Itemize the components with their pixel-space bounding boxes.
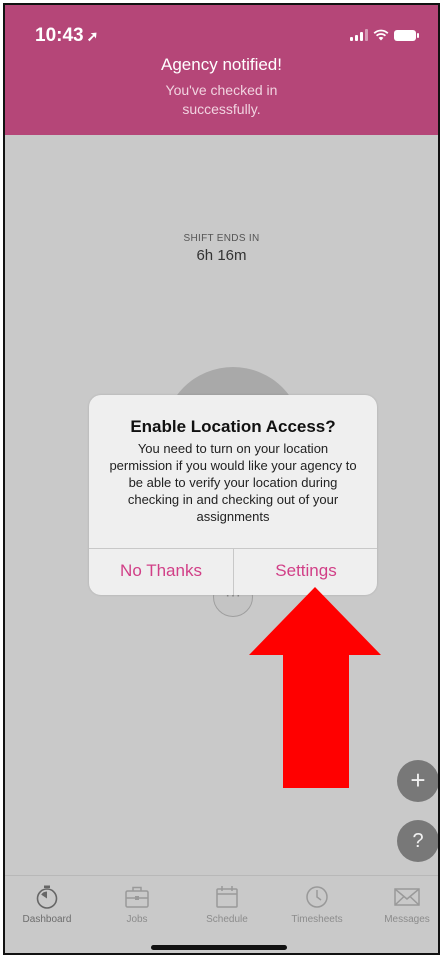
- location-arrow-icon: ➚: [86, 28, 99, 44]
- phone-screen: 10:43 ➚ Agency notified! You've checked i…: [3, 3, 440, 955]
- tab-label: Jobs: [126, 914, 148, 925]
- add-button[interactable]: +: [397, 760, 438, 802]
- tab-label: Timesheets: [291, 914, 343, 925]
- shift-ends-value: 6h 16m: [196, 247, 247, 264]
- tab-bar: Dashboard Jobs Schedule Timesheets Messa…: [5, 875, 438, 953]
- shift-ends-label: SHIFT ENDS IN: [183, 233, 260, 244]
- home-indicator[interactable]: [151, 945, 287, 950]
- tab-label: Schedule: [206, 914, 248, 925]
- red-arrow-icon: [249, 587, 381, 788]
- tab-schedule[interactable]: Schedule: [183, 884, 271, 925]
- status-time: 10:43 ➚: [35, 25, 99, 46]
- tab-label: Messages: [384, 914, 430, 925]
- wifi-icon: [373, 29, 389, 41]
- no-thanks-button[interactable]: No Thanks: [89, 549, 233, 595]
- banner-title: Agency notified!: [161, 55, 282, 74]
- tab-label: Dashboard: [22, 914, 72, 925]
- dialog-title: Enable Location Access?: [130, 417, 336, 436]
- status-icons: [350, 29, 419, 41]
- calendar-icon: [216, 886, 238, 908]
- envelope-icon: [394, 888, 420, 906]
- tab-messages[interactable]: Messages: [363, 884, 438, 925]
- notification-banner[interactable]: 10:43 ➚ Agency notified! You've checked i…: [5, 5, 438, 135]
- signal-icon: [350, 29, 368, 41]
- help-button[interactable]: ?: [397, 820, 438, 862]
- dialog-message: You need to turn on your location permis…: [109, 441, 357, 524]
- stopwatch-icon: [36, 885, 58, 909]
- banner-subtitle: You've checked in successfully.: [165, 82, 278, 117]
- tab-dashboard[interactable]: Dashboard: [5, 884, 91, 925]
- clock-icon: [306, 886, 328, 908]
- location-access-dialog: Enable Location Access? You need to turn…: [89, 395, 377, 595]
- tab-jobs[interactable]: Jobs: [93, 884, 181, 925]
- tab-timesheets[interactable]: Timesheets: [273, 884, 361, 925]
- battery-icon: [394, 30, 419, 41]
- briefcase-icon: [125, 886, 149, 908]
